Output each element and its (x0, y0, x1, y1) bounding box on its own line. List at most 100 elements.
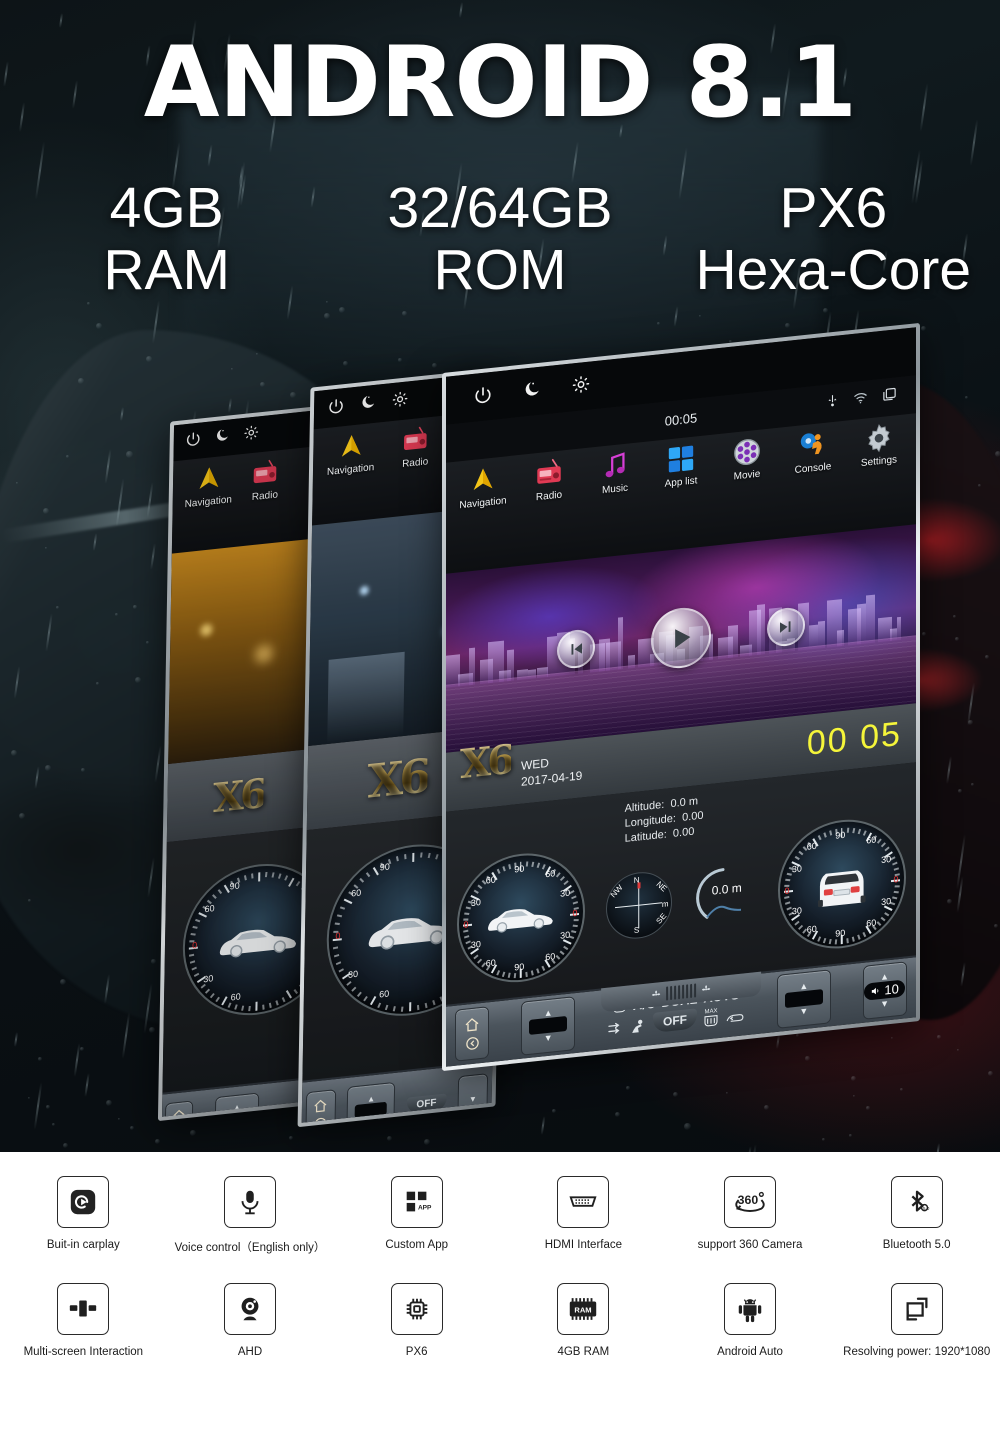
app-label: Settings (861, 455, 897, 470)
app-navigation-back-left[interactable]: Navigation (185, 461, 233, 510)
compass-gauge: N S NW NE SE m (606, 869, 672, 942)
app-movie[interactable]: Movie (719, 434, 774, 484)
spec-list: 4GB RAM 32/64GB ROM PX6 Hexa-Core (0, 178, 1000, 301)
gauge-number-60: 60 (545, 951, 555, 962)
gauge-area-back-left: 90 60 0 30 60 (162, 826, 318, 1093)
play-icon[interactable] (651, 605, 711, 671)
max-defrost-group[interactable]: MAX (703, 1008, 719, 1028)
off-button[interactable]: OFF (653, 1009, 697, 1034)
spec-cpu-value: PX6 (779, 176, 887, 240)
feature-label: 4GB RAM (557, 1346, 609, 1358)
gauge-number: 60 (231, 991, 241, 1002)
app-label: Console (795, 461, 832, 476)
feature-voice-control: Voice control（English only） (167, 1176, 334, 1255)
power-icon[interactable] (186, 430, 201, 452)
usb-icon (826, 394, 839, 413)
temp-right-stepper[interactable]: ▲ ▼ (777, 969, 831, 1029)
temp-down-arrow: ▼ (544, 1033, 553, 1044)
app-app-list[interactable]: App list (653, 441, 708, 491)
spec-cpu-label: Hexa-Core (667, 240, 1000, 302)
date-block: WED 2017-04-19 (521, 752, 582, 791)
power-icon[interactable] (474, 384, 492, 409)
feature-ram: RAM 4GB RAM (500, 1283, 667, 1358)
app-label: Radio (402, 456, 428, 470)
gauge-number-30: 30 (471, 897, 481, 908)
night-mode-icon[interactable] (360, 393, 376, 416)
app-radio-back-left[interactable]: Radio (250, 456, 281, 503)
gauge-zero-left: 0 (784, 886, 789, 897)
hdmi-port-icon (557, 1176, 609, 1228)
tilt-gauge: 90 60 0 30 60 (182, 857, 319, 1023)
wifi-icon (853, 391, 868, 411)
feature-label: Custom App (385, 1239, 448, 1251)
app-console[interactable]: Console (785, 427, 840, 477)
spec-ram-value: 4GB (110, 176, 224, 240)
brightness-icon[interactable] (392, 390, 408, 413)
feature-row-2: Multi-screen Interaction AHD PX6 RAM 4GB… (0, 1255, 1000, 1358)
spec-ram: 4GB RAM (0, 178, 333, 301)
home-icon (464, 1016, 480, 1034)
volume-stepper[interactable]: ▲ 10 ▼ (863, 961, 907, 1020)
gauge-number-30: 30 (560, 887, 570, 898)
app-settings[interactable]: Settings (851, 421, 906, 471)
temp-left-stepper[interactable]: ▲ ▼ (521, 996, 575, 1056)
next-track-icon[interactable] (767, 606, 805, 648)
home-back-button-group[interactable] (455, 1006, 489, 1062)
gauge-number: 90 (230, 880, 240, 891)
compass-southeast: SE (654, 912, 668, 926)
back-arrow-icon (465, 1035, 480, 1052)
front-defrost-icon (703, 1014, 719, 1028)
compass-unit: m (662, 899, 669, 909)
gear-icon (864, 422, 894, 455)
gauge-number: 90 (380, 861, 390, 872)
gauge-number-60: 60 (486, 957, 496, 968)
film-reel-icon (732, 436, 762, 469)
ahd-camera-icon (224, 1283, 276, 1335)
gauge-number: 60 (379, 989, 389, 1000)
feature-carplay: Buit-in carplay (0, 1176, 167, 1255)
chip-icon (391, 1283, 443, 1335)
app-navigation-back-middle[interactable]: Navigation (327, 429, 375, 478)
head-unit-screen-main[interactable]: 00:05 Navigation Radio Music App list Mo… (446, 327, 916, 1066)
radio-icon (534, 457, 564, 490)
feature-resolution: Resolving power: 1920*1080 (833, 1283, 1000, 1358)
grid-apps-icon (666, 443, 696, 476)
brightness-icon[interactable] (244, 424, 259, 446)
feature-row-1: Buit-in carplay Voice control（English on… (0, 1152, 1000, 1255)
app-dock-back-left[interactable]: Navigation Radio (172, 445, 326, 553)
airflow-arrows-icon (607, 1020, 623, 1038)
large-clock: 00 05 (807, 715, 902, 764)
app-label: Radio (536, 490, 562, 504)
app-label: App list (665, 476, 698, 490)
feature-label: Multi-screen Interaction (24, 1346, 144, 1358)
feature-label: Android Auto (717, 1346, 783, 1358)
brightness-icon[interactable] (572, 374, 590, 399)
pitch-gauge-left: 90 60 60 30 30 0 0 30 30 60 60 90 (457, 847, 585, 988)
gauge-number: 60 (204, 903, 214, 914)
power-icon[interactable] (328, 397, 344, 420)
night-mode-icon[interactable] (523, 379, 541, 404)
x6-logo: X6 (213, 769, 265, 821)
navigation-arrow-icon (336, 430, 367, 463)
previous-track-icon[interactable] (557, 628, 595, 670)
gauge-number: 30 (203, 973, 213, 984)
app-radio[interactable]: Radio (521, 455, 576, 505)
camera-360-icon: 360 (724, 1176, 776, 1228)
feature-multi-screen: Multi-screen Interaction (0, 1283, 167, 1358)
night-mode-icon[interactable] (215, 427, 230, 449)
resolution-icon (891, 1283, 943, 1335)
app-music[interactable]: Music (587, 448, 642, 498)
feature-label: Resolving power: 1920*1080 (843, 1346, 990, 1358)
microphone-icon (224, 1176, 276, 1228)
home-back-buttons-back-middle[interactable] (305, 1089, 336, 1123)
feature-px6: PX6 (333, 1283, 500, 1358)
gauge-number-60: 60 (807, 840, 817, 851)
carplay-icon (57, 1176, 109, 1228)
app-radio-back-middle[interactable]: Radio (400, 423, 431, 470)
app-navigation[interactable]: Navigation (455, 462, 510, 512)
gauge-number-60: 60 (807, 924, 817, 935)
compass-northeast: NE (654, 880, 668, 894)
spec-cpu: PX6 Hexa-Core (667, 178, 1000, 301)
volume-down-arrow: ▼ (880, 999, 889, 1010)
recent-apps-icon[interactable] (882, 387, 897, 409)
